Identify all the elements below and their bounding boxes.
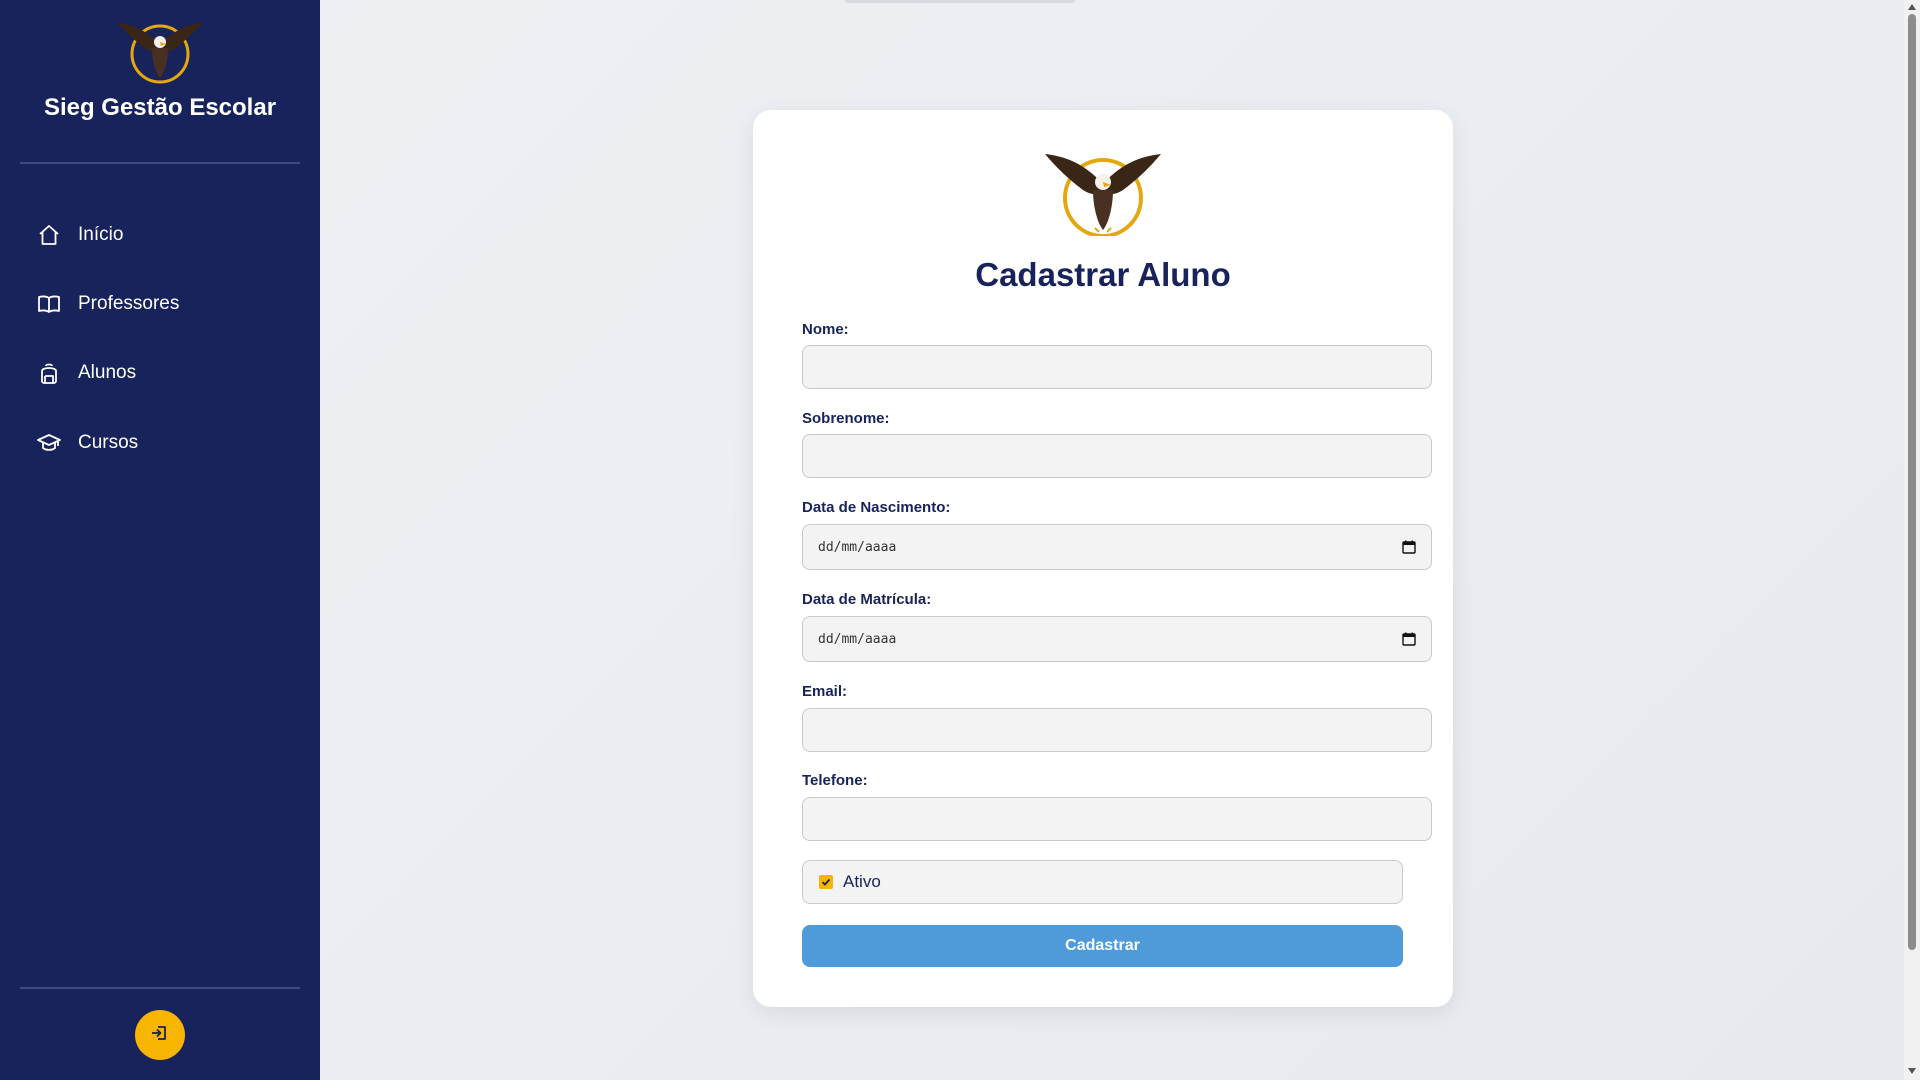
eagle-logo <box>753 150 1453 236</box>
sidebar-item-label: Professores <box>78 293 180 314</box>
email-input[interactable] <box>802 708 1432 752</box>
ativo-checkbox[interactable] <box>819 875 833 889</box>
sidebar-item-label: Alunos <box>78 362 137 383</box>
scrollbar[interactable] <box>1904 0 1920 1080</box>
app-title: Sieg Gestão Escolar <box>43 94 277 121</box>
sidebar-divider <box>20 162 300 164</box>
ativo-label: Ativo <box>843 872 881 891</box>
sidebar-item-label: Cursos <box>78 432 139 453</box>
home-icon <box>36 222 62 248</box>
email-label: Email: <box>802 683 848 700</box>
calendar-icon[interactable] <box>1401 539 1417 555</box>
eagle-logo <box>0 18 320 84</box>
sidebar: Sieg Gestão Escolar Início Professores A… <box>0 0 320 1080</box>
sidebar-item-cursos[interactable]: Cursos <box>0 418 320 468</box>
sobrenome-label: Sobrenome: <box>802 410 890 427</box>
top-tab-shadow <box>845 0 1075 3</box>
sobrenome-input[interactable] <box>802 434 1432 478</box>
sidebar-item-professores[interactable]: Professores <box>0 279 320 329</box>
cadastrar-button[interactable]: Cadastrar <box>802 925 1403 967</box>
matricula-label: Data de Matrícula: <box>802 591 932 608</box>
scroll-up-arrow-icon[interactable] <box>1907 2 1917 12</box>
date-placeholder: dd/mm/aaaa <box>818 539 897 555</box>
scroll-thumb[interactable] <box>1908 14 1916 950</box>
ativo-checkbox-row: Ativo <box>802 860 1403 904</box>
nome-label: Nome: <box>802 321 849 338</box>
calendar-icon[interactable] <box>1401 631 1417 647</box>
register-student-card: Cadastrar Aluno Nome: Sobrenome: Data de… <box>753 110 1453 1007</box>
nascimento-date-input[interactable]: dd/mm/aaaa <box>802 524 1432 570</box>
sidebar-item-alunos[interactable]: Alunos <box>0 348 320 398</box>
sidebar-divider <box>20 987 300 989</box>
scroll-down-arrow-icon[interactable] <box>1907 1066 1917 1076</box>
logout-button[interactable] <box>135 1010 185 1060</box>
backpack-icon <box>36 360 62 386</box>
nome-input[interactable] <box>802 345 1432 389</box>
date-placeholder: dd/mm/aaaa <box>818 631 897 647</box>
matricula-date-input[interactable]: dd/mm/aaaa <box>802 616 1432 662</box>
graduation-cap-icon <box>36 430 62 456</box>
book-icon <box>36 291 62 317</box>
sidebar-item-inicio[interactable]: Início <box>0 210 320 260</box>
telefone-label: Telefone: <box>802 772 868 789</box>
nascimento-label: Data de Nascimento: <box>802 499 951 516</box>
telefone-input[interactable] <box>802 797 1432 841</box>
logout-icon <box>150 1023 170 1048</box>
page-title: Cadastrar Aluno <box>975 256 1231 293</box>
sidebar-item-label: Início <box>78 224 124 245</box>
